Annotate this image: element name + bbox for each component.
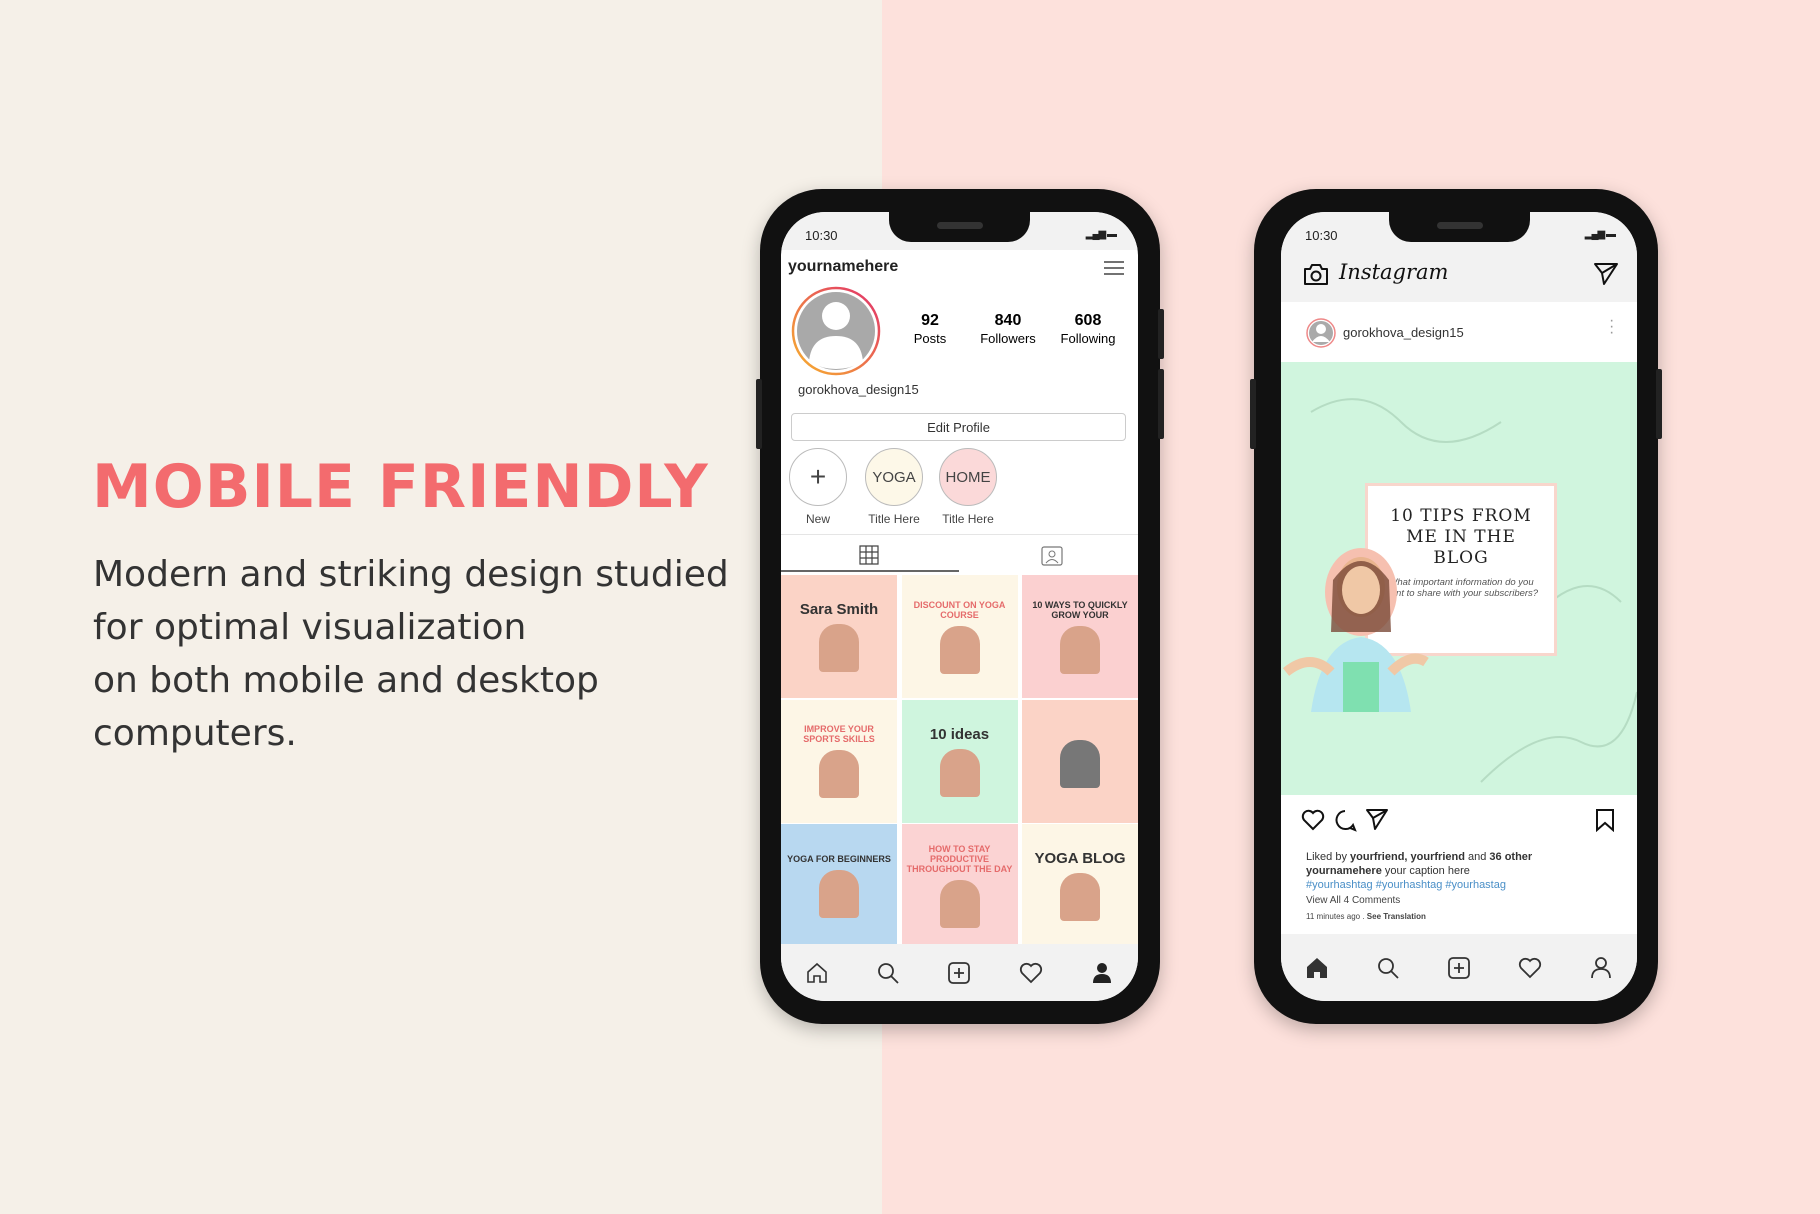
signal-battery-icon: ▂▄▆ ▬ (1085, 229, 1117, 240)
home-icon[interactable] (804, 960, 830, 986)
post-avatar[interactable] (1306, 318, 1336, 348)
grid-post-photo (939, 879, 980, 928)
promo-body: Modern and striking design studied for o… (93, 548, 733, 760)
promo-line: computers. (93, 713, 297, 754)
bottom-nav (781, 944, 1138, 1001)
grid-post-photo (1060, 740, 1100, 788)
promo-line: on both mobile and desktop (93, 660, 599, 701)
heart-icon[interactable] (1517, 955, 1543, 981)
view-comments-link[interactable]: View All 4 Comments (1306, 895, 1400, 906)
grid-post[interactable]: HOW TO STAY PRODUCTIVE THROUGHOUT THE DA… (901, 824, 1018, 947)
like-icon[interactable] (1301, 808, 1325, 832)
add-post-icon[interactable] (946, 960, 972, 986)
grid-post-title: HOW TO STAY PRODUCTIVE THROUGHOUT THE DA… (906, 843, 1013, 874)
grid-post[interactable]: 10 WAYS TO QUICKLY GROW YOUR (1022, 575, 1138, 698)
grid-post-photo (939, 748, 980, 797)
bookmark-icon[interactable] (1595, 808, 1615, 832)
grid-post-title: YOGA BLOG (1034, 850, 1126, 867)
grid-post-title: 10 WAYS TO QUICKLY GROW YOUR (1032, 599, 1128, 620)
profile-screen: 10:30 ▂▄▆ ▬ yournamehere 92 Posts 840 Foll… (781, 212, 1138, 1001)
grid-tab-icon[interactable] (859, 545, 879, 565)
menu-icon[interactable] (1104, 260, 1124, 276)
profile-phone: 10:30 ▂▄▆ ▬ yournamehere 92 Posts 840 Foll… (756, 189, 1164, 1024)
grid-post-photo (819, 750, 859, 798)
highlight-label: Title Here (942, 512, 994, 526)
grid-post-title: Sara Smith (799, 601, 879, 618)
woman-meditating-photo (1282, 548, 1429, 712)
promo-headline: MOBILE FRIENDLY (92, 452, 709, 522)
highlight-label: Title Here (868, 512, 920, 526)
likes-text: Liked by yourfriend, yourfriend and 36 o… (1306, 851, 1533, 863)
profile-username: yournamehere (788, 258, 899, 275)
grid-post-photo (819, 624, 859, 672)
grid-post[interactable]: DISCOUNT ON YOGA COURSE (901, 575, 1018, 698)
status-time: 10:30 (1305, 228, 1338, 243)
status-time: 10:30 (805, 228, 838, 243)
edit-profile-button[interactable]: Edit Profile (791, 413, 1126, 441)
add-post-icon[interactable] (1446, 955, 1472, 981)
divider (781, 534, 1138, 535)
avatar[interactable] (791, 286, 881, 376)
hashtags[interactable]: #yourhashtag #yourhashtag #yourhastag (1306, 879, 1506, 891)
grid-post[interactable]: IMPROVE YOUR SPORTS SKILLS (781, 699, 897, 823)
notch (1389, 212, 1530, 242)
grid-post-photo (1060, 873, 1100, 921)
tagged-tab-icon[interactable] (1041, 544, 1063, 566)
profile-icon[interactable] (1588, 955, 1614, 981)
direct-message-icon[interactable] (1593, 262, 1619, 286)
notch (889, 212, 1030, 242)
search-icon[interactable] (875, 960, 901, 986)
side-button (1250, 379, 1256, 449)
side-button (1158, 369, 1164, 439)
grid-post-photo (939, 625, 980, 674)
stat-following[interactable]: 608 Following (1048, 312, 1128, 348)
signal-battery-icon: ▂▄▆ ▬ (1584, 229, 1616, 240)
grid-post[interactable]: Sara Smith (781, 575, 897, 698)
grid-post-title: YOGA FOR BEGINNERS (787, 853, 891, 864)
post-username[interactable]: gorokhova_design15 (1343, 325, 1464, 340)
feed-screen: 10:30 ▂▄▆ ▬ Instagram gorokhova_design15… (1281, 212, 1637, 1001)
stat-followers[interactable]: 840 Followers (968, 312, 1048, 348)
active-tab-indicator (781, 570, 959, 572)
search-icon[interactable] (1375, 955, 1401, 981)
grid-post-title: 10 ideas (929, 725, 990, 743)
heart-icon[interactable] (1018, 960, 1044, 986)
side-button (756, 379, 762, 449)
grid-post-title: DISCOUNT ON YOGA COURSE (913, 599, 1006, 620)
grid-post[interactable] (1022, 699, 1138, 823)
side-button (1158, 309, 1164, 359)
grid-post[interactable]: YOGA FOR BEGINNERS (781, 824, 897, 947)
profile-icon[interactable] (1089, 960, 1115, 986)
bottom-nav (1281, 934, 1637, 1001)
highlight-yoga[interactable]: YOGA (865, 448, 923, 506)
highlight-home[interactable]: HOME (939, 448, 997, 506)
new-highlight-button[interactable]: + (789, 448, 847, 506)
more-options-icon[interactable]: · · · (1609, 313, 1614, 341)
grid-post[interactable]: YOGA BLOG (1022, 824, 1138, 947)
post-meta: 11 minutes ago . See Translation (1306, 912, 1426, 921)
share-icon[interactable] (1365, 808, 1389, 832)
grid-post-photo (819, 869, 859, 918)
comment-icon[interactable] (1333, 808, 1357, 832)
side-button (1656, 369, 1662, 439)
camera-icon[interactable] (1303, 262, 1329, 286)
feed-phone: 10:30 ▂▄▆ ▬ Instagram gorokhova_design15… (1250, 189, 1662, 1024)
home-icon[interactable] (1304, 955, 1330, 981)
grid-post[interactable]: 10 ideas (901, 699, 1018, 823)
grid-post-title: IMPROVE YOUR SPORTS SKILLS (803, 724, 875, 744)
profile-handle: gorokhova_design15 (798, 382, 919, 397)
caption-text: yournamehere your caption here (1306, 865, 1470, 877)
promo-line: for optimal visualization (93, 607, 527, 648)
stat-posts[interactable]: 92 Posts (890, 312, 970, 348)
post-image[interactable]: 10 TIPS FROM ME IN THE BLOG What importa… (1281, 362, 1637, 795)
grid-post-photo (1060, 625, 1100, 674)
app-title: Instagram (1339, 260, 1449, 284)
highlight-label: New (805, 512, 831, 526)
see-translation-link[interactable]: See Translation (1367, 912, 1426, 921)
promo-line: Modern and striking design studied (93, 554, 729, 595)
